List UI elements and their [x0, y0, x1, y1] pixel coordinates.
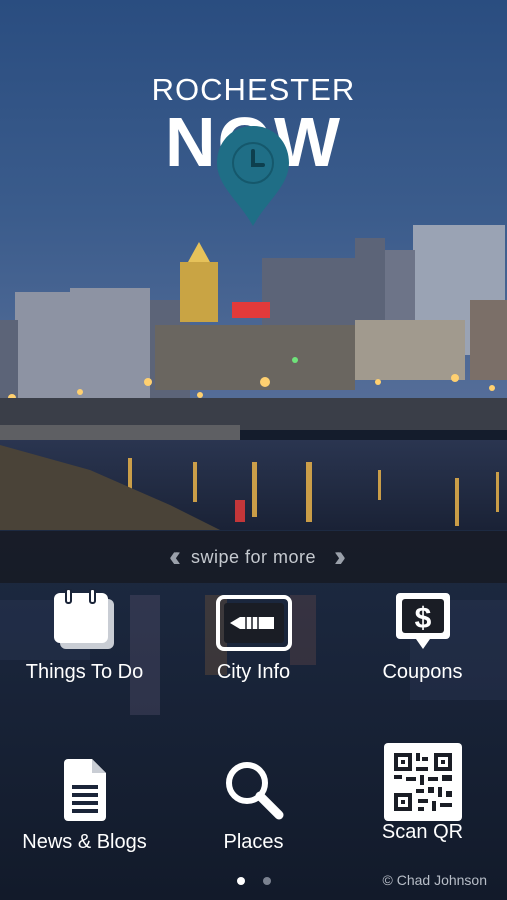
tile-city-info[interactable]: City Info [169, 583, 338, 684]
tile-label: News & Blogs [22, 831, 147, 853]
app-logo: ROCHESTER NOW [0, 72, 507, 226]
double-chevron-right-icon[interactable]: ›› [334, 540, 346, 574]
double-chevron-left-icon[interactable]: ‹‹ [169, 540, 181, 574]
tile-news-blogs[interactable]: News & Blogs [0, 753, 169, 854]
swipe-hint-bar[interactable]: ‹‹ swipe for more ›› [0, 531, 507, 583]
dollar-tag-icon: $ [395, 593, 450, 649]
swipe-hint-text: swipe for more [190, 546, 317, 567]
tile-label: City Info [216, 661, 291, 683]
document-icon [63, 759, 106, 821]
page-dot-1[interactable] [236, 877, 245, 885]
tile-places[interactable]: Places [169, 753, 338, 854]
svg-text:$: $ [414, 602, 431, 635]
tile-label: Places [223, 831, 284, 853]
map-pin-clock-icon [217, 126, 289, 226]
tile-coupons[interactable]: $ Coupons [338, 583, 507, 684]
tile-label: Scan QR [381, 821, 464, 843]
tile-scan-qr[interactable]: Scan QR [338, 743, 507, 844]
tile-label: Things To Do [25, 661, 144, 683]
tile-things-to-do[interactable]: Things To Do [0, 583, 169, 684]
page-dot-2[interactable] [262, 877, 271, 885]
search-icon [225, 762, 283, 820]
qr-code-icon [383, 743, 462, 821]
photo-credit: © Chad Johnson [382, 872, 488, 888]
pencil-icon [215, 595, 292, 651]
calendar-icon [53, 589, 114, 649]
tile-label: Coupons [382, 661, 463, 683]
